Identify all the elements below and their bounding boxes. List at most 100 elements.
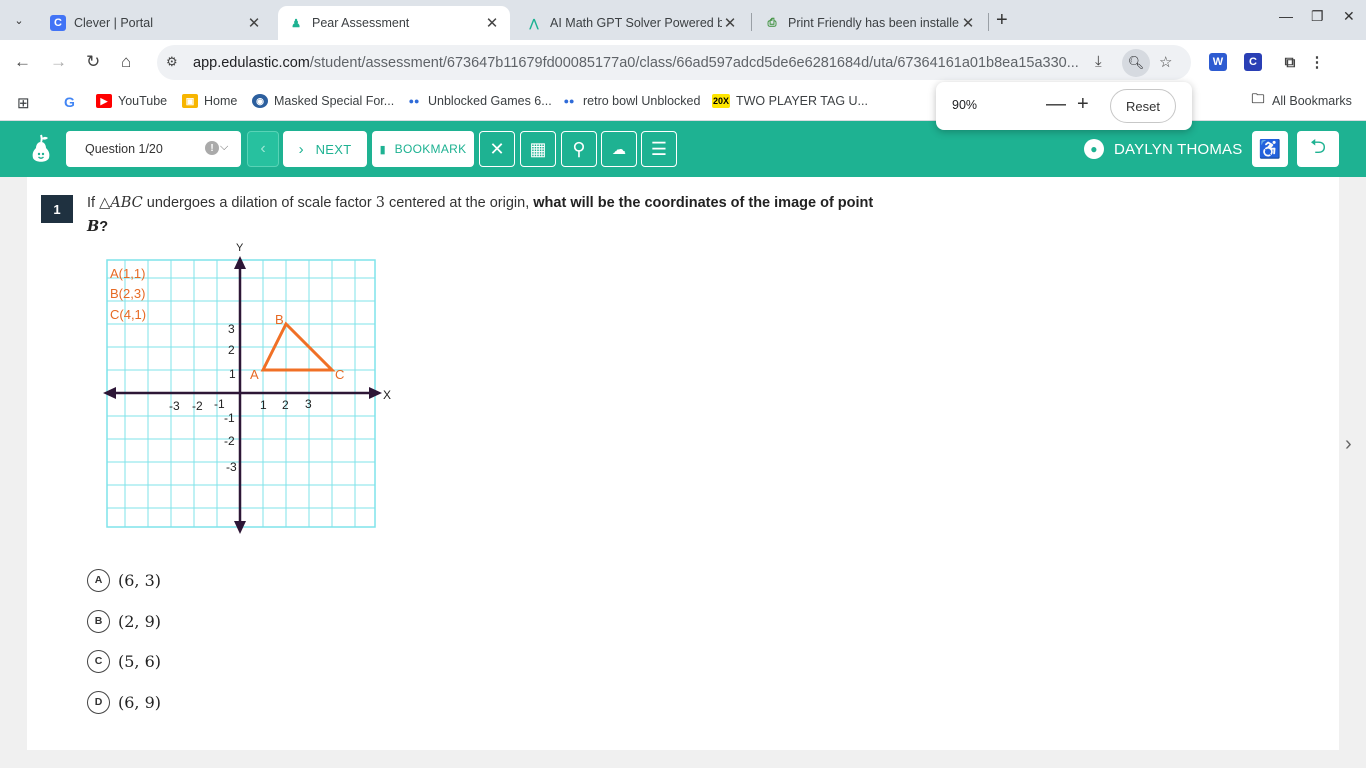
all-bookmarks-label: All Bookmarks [1272,94,1352,108]
minimize-icon[interactable]: — [1279,8,1293,24]
tab-ai-math[interactable]: ⋀ AI Math GPT Solver Powered b ✕ [516,6,748,40]
tab-title: Pear Assessment [312,16,410,30]
question-end: ? [99,219,109,235]
zoom-in-icon[interactable]: + [1077,93,1089,116]
extension-c-icon[interactable]: C [1244,53,1262,71]
chevron-left-icon: ‹ [260,140,266,157]
clever-icon: C [50,15,66,31]
chevron-down-icon: ⌵ [220,141,229,153]
back-icon[interactable]: ← [14,52,31,72]
close-icon[interactable]: ✕ [484,14,500,32]
zoom-icon[interactable]: 🔍︎ [1122,49,1150,77]
choice-answer: (2, 9) [118,611,162,631]
tab-clever[interactable]: C Clever | Portal ✕ [40,6,272,40]
bookmark-masked-special[interactable]: ◉ Masked Special For... [252,94,394,108]
question-mid: undergoes a dilation of scale factor [142,195,376,211]
user-profile[interactable]: ● DAYLYN THOMAS [1084,139,1242,159]
tab-pear-assessment[interactable]: ♟ Pear Assessment ✕ [278,6,510,40]
bookmark-label: retro bowl Unblocked [583,94,701,108]
pear-logo-icon [32,134,50,162]
menu-icon[interactable]: ☰ [641,131,677,167]
pear-icon: ♟ [291,17,301,30]
tab-print-friendly[interactable]: ⎙ Print Friendly has been installe ✕ [754,6,986,40]
choice-answer: (6, 9) [118,692,162,712]
close-icon[interactable]: ✕ [960,14,976,32]
math-gpt-icon: ⋀ [529,17,539,30]
reload-icon[interactable]: ↻ [86,52,100,72]
bookmark-label: Home [204,94,238,108]
install-app-icon[interactable]: ⤓ [1095,53,1102,70]
chevron-right-icon[interactable]: › [1345,433,1352,456]
chevron-right-icon: › [298,140,304,158]
answer-choice-d[interactable]: D (6, 9) [87,690,161,714]
answer-choice-b[interactable]: B (2, 9) [87,609,161,633]
calculator-icon[interactable]: ▦ [520,131,556,167]
accessibility-icon[interactable]: ♿ [1252,131,1288,167]
exit-icon[interactable]: ⮌ [1297,131,1339,167]
triangle-label: △ABC [99,195,143,211]
browser-toolbar: ← → ↻ ⌂ ⚙ app.edulastic.com/student/asse… [0,40,1366,85]
url-domain: app.edulastic.com [193,55,310,71]
y-tick-label: -2 [224,434,235,448]
close-icon[interactable]: ✕ [722,14,738,32]
bookmark-label: TWO PLAYER TAG U... [736,94,868,108]
question-number: 1 [41,195,73,223]
answer-choice-a[interactable]: A (6, 3) [87,568,161,592]
tab-search-icon[interactable]: ⌄ [6,7,32,33]
answer-choice-c[interactable]: C (5, 6) [87,649,161,673]
zoom-level: 90% [952,98,978,112]
bookmark-retro-bowl[interactable]: ●● retro bowl Unblocked [561,94,701,108]
zoom-out-icon[interactable]: — [1046,93,1066,116]
x-tick-label: -1 [214,397,225,411]
browser-tab-strip: ⌄ C Clever | Portal ✕ ♟ Pear Assessment … [0,0,1366,40]
bookmark-star-icon[interactable]: ☆ [1159,53,1172,71]
masked-icon: ◉ [252,94,268,108]
bookmark-two-player-tag[interactable]: 20X TWO PLAYER TAG U... [712,94,868,108]
home-icon[interactable]: ⌂ [121,52,131,72]
next-button[interactable]: › NEXT [283,131,367,167]
forward-icon[interactable]: → [50,52,67,72]
legend-c: C(4,1) [110,307,146,322]
bookmark-button[interactable]: ▮ BOOKMARK [372,131,474,167]
url-text[interactable]: app.edulastic.com/student/assessment/673… [193,55,1083,71]
apps-grid-icon[interactable]: ⊞ [17,94,30,112]
bookmark-home[interactable]: ▣ Home [182,94,237,108]
point-label: B [87,218,100,235]
bookmark-youtube[interactable]: ▶ YouTube [96,94,167,108]
all-bookmarks[interactable]: 🗀︎ All Bookmarks [1250,91,1352,108]
tab-title: AI Math GPT Solver Powered b [550,16,722,30]
tab-separator [751,13,752,31]
close-icon[interactable]: ✕ [246,14,262,32]
address-bar[interactable]: ⚙ app.edulastic.com/student/assessment/6… [157,45,1191,80]
alert-icon: ! [205,141,219,155]
previous-button[interactable]: ‹ [247,131,279,167]
youtube-icon: ▶ [96,94,112,108]
bookmark-label: Unblocked Games 6... [428,94,552,108]
new-tab-icon[interactable]: + [996,9,1008,32]
site-info-icon[interactable]: ⚙ [166,54,178,70]
x-axis-label: X [383,388,391,402]
x-tick-label: -3 [169,399,180,413]
vertex-label-c: C [335,367,344,382]
google-icon[interactable]: G [64,94,75,110]
vertex-label-b: B [275,312,284,327]
close-window-icon[interactable]: ✕ [1343,8,1355,25]
classroom-icon: ▣ [182,94,198,108]
menu-kebab-icon[interactable]: ⋮ [1308,53,1326,71]
x-tick-label: 2 [282,398,289,412]
x-tick-label: 1 [260,398,267,412]
zoom-reset-button[interactable]: Reset [1110,89,1176,123]
game-20x-icon: 20X [712,94,730,108]
bookmark-unblocked-games[interactable]: ●● Unblocked Games 6... [406,94,552,108]
cloud-upload-icon[interactable]: ☁ [601,131,637,167]
extension-w-icon[interactable]: W [1209,53,1227,71]
question-select[interactable]: Question 1/20 ! ⌵ [66,131,241,167]
magnifier-icon[interactable]: ⚲ [561,131,597,167]
question-prefix: If [87,195,100,211]
choice-letter: C [87,649,110,673]
restore-icon[interactable]: ❐ [1311,8,1324,25]
tab-title: Clever | Portal [74,16,153,30]
eliminate-answer-icon[interactable]: ✕ [479,131,515,167]
extensions-puzzle-icon[interactable]: ⧉ [1281,53,1299,71]
y-axis-top-arrow [234,256,246,269]
